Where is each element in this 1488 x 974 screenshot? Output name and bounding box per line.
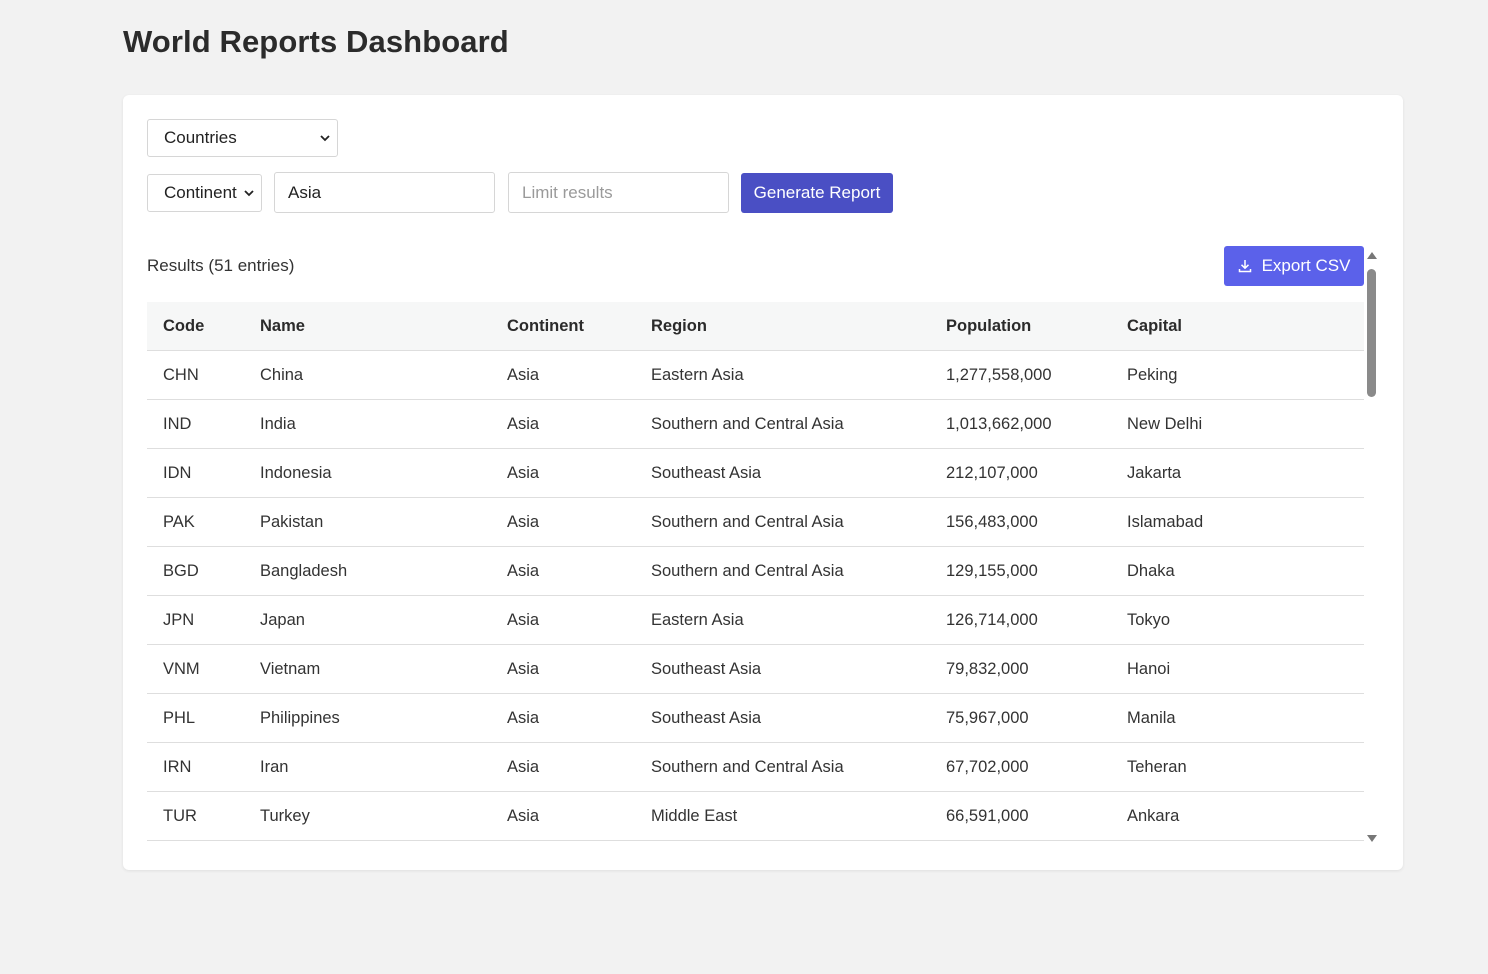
cell-population: 66,591,000 bbox=[930, 791, 1111, 841]
cell-region: Southeast Asia bbox=[635, 448, 930, 498]
table-row[interactable]: BGD Bangladesh Asia Southern and Central As… bbox=[147, 546, 1364, 596]
cell-region: Eastern Asia bbox=[635, 350, 930, 400]
report-card: Countries Continent Generate Report Resu… bbox=[123, 95, 1403, 870]
cell-continent: Asia bbox=[491, 350, 635, 400]
cell-code: PHL bbox=[147, 693, 244, 743]
cell-code: VNM bbox=[147, 644, 244, 694]
chevron-down-icon bbox=[320, 135, 330, 142]
column-header-continent[interactable]: Continent bbox=[491, 302, 635, 351]
column-header-population[interactable]: Population bbox=[930, 302, 1111, 351]
cell-capital: Ankara bbox=[1111, 791, 1364, 841]
column-header-capital[interactable]: Capital bbox=[1111, 302, 1364, 351]
table-row[interactable]: JPN Japan Asia Eastern Asia 126,714,000 Tokyo bbox=[147, 595, 1364, 645]
cell-name: Turkey bbox=[244, 791, 491, 841]
cell-continent: Asia bbox=[491, 546, 635, 596]
cell-continent: Asia bbox=[491, 448, 635, 498]
cell-capital: Manila bbox=[1111, 693, 1364, 743]
filter-value-input[interactable] bbox=[274, 172, 495, 213]
cell-population: 156,483,000 bbox=[930, 497, 1111, 547]
cell-code: IDN bbox=[147, 448, 244, 498]
cell-name: Vietnam bbox=[244, 644, 491, 694]
cell-region: Eastern Asia bbox=[635, 595, 930, 645]
limit-results-input[interactable] bbox=[508, 172, 729, 213]
cell-continent: Asia bbox=[491, 791, 635, 841]
results-table-container: Code Name Continent Region Population Ca… bbox=[147, 302, 1364, 841]
cell-capital: Peking bbox=[1111, 350, 1364, 400]
column-header-code[interactable]: Code bbox=[147, 302, 244, 351]
results-count: Results (51 entries) bbox=[147, 256, 295, 275]
table-row[interactable]: VNM Vietnam Asia Southeast Asia 79,832,000 Ha… bbox=[147, 644, 1364, 694]
cell-continent: Asia bbox=[491, 399, 635, 449]
cell-capital: Jakarta bbox=[1111, 448, 1364, 498]
cell-capital: Hanoi bbox=[1111, 644, 1364, 694]
cell-name: Japan bbox=[244, 595, 491, 645]
cell-code: BGD bbox=[147, 546, 244, 596]
table-body: CHN China Asia Eastern Asia 1,277,558,000 Pek… bbox=[147, 350, 1364, 841]
table-header-row: Code Name Continent Region Population Ca… bbox=[147, 302, 1364, 351]
cell-capital: New Delhi bbox=[1111, 399, 1364, 449]
cell-capital: Islamabad bbox=[1111, 497, 1364, 547]
cell-population: 129,155,000 bbox=[930, 546, 1111, 596]
cell-region: Southeast Asia bbox=[635, 644, 930, 694]
results-table: Code Name Continent Region Population Ca… bbox=[147, 302, 1364, 841]
cell-continent: Asia bbox=[491, 693, 635, 743]
table-row[interactable]: IRN Iran Asia Southern and Central Asia 67,7… bbox=[147, 742, 1364, 792]
cell-code: TUR bbox=[147, 791, 244, 841]
scroll-down-arrow-icon[interactable] bbox=[1367, 835, 1377, 842]
download-icon bbox=[1238, 260, 1251, 273]
export-csv-button[interactable]: Export CSV bbox=[1224, 246, 1364, 286]
column-header-name[interactable]: Name bbox=[244, 302, 491, 351]
cell-name: India bbox=[244, 399, 491, 449]
cell-continent: Asia bbox=[491, 644, 635, 694]
scroll-up-arrow-icon[interactable] bbox=[1367, 252, 1377, 259]
table-row[interactable]: TUR Turkey Asia Middle East 66,591,000 Ankara bbox=[147, 791, 1364, 841]
cell-population: 1,277,558,000 bbox=[930, 350, 1111, 400]
table-row[interactable]: PAK Pakistan Asia Southern and Central Asia… bbox=[147, 497, 1364, 547]
cell-code: IRN bbox=[147, 742, 244, 792]
cell-code: PAK bbox=[147, 497, 244, 547]
column-header-region[interactable]: Region bbox=[635, 302, 930, 351]
cell-continent: Asia bbox=[491, 595, 635, 645]
table-row[interactable]: CHN China Asia Eastern Asia 1,277,558,000 Pek… bbox=[147, 350, 1364, 400]
filter-field-select[interactable]: Continent bbox=[147, 174, 262, 212]
cell-name: China bbox=[244, 350, 491, 400]
cell-population: 1,013,662,000 bbox=[930, 399, 1111, 449]
cell-region: Southeast Asia bbox=[635, 693, 930, 743]
cell-code: CHN bbox=[147, 350, 244, 400]
cell-continent: Asia bbox=[491, 497, 635, 547]
scrollbar-thumb[interactable] bbox=[1367, 269, 1376, 397]
cell-region: Middle East bbox=[635, 791, 930, 841]
cell-region: Southern and Central Asia bbox=[635, 742, 930, 792]
cell-population: 212,107,000 bbox=[930, 448, 1111, 498]
cell-region: Southern and Central Asia bbox=[635, 546, 930, 596]
table-scrollbar[interactable] bbox=[1366, 252, 1378, 842]
report-type-select-value: Countries bbox=[164, 128, 237, 147]
cell-population: 126,714,000 bbox=[930, 595, 1111, 645]
cell-capital: Tokyo bbox=[1111, 595, 1364, 645]
table-row[interactable]: PHL Philippines Asia Southeast Asia 75,967,0… bbox=[147, 693, 1364, 743]
export-csv-label: Export CSV bbox=[1261, 256, 1351, 275]
cell-population: 67,702,000 bbox=[930, 742, 1111, 792]
filter-field-select-value: Continent bbox=[164, 183, 237, 202]
cell-capital: Teheran bbox=[1111, 742, 1364, 792]
cell-capital: Dhaka bbox=[1111, 546, 1364, 596]
generate-report-button[interactable]: Generate Report bbox=[741, 173, 893, 213]
report-type-select[interactable]: Countries bbox=[147, 119, 338, 157]
table-row[interactable]: IND India Asia Southern and Central Asia 1,0… bbox=[147, 399, 1364, 449]
page-title: World Reports Dashboard bbox=[123, 24, 509, 59]
cell-region: Southern and Central Asia bbox=[635, 399, 930, 449]
cell-population: 75,967,000 bbox=[930, 693, 1111, 743]
cell-region: Southern and Central Asia bbox=[635, 497, 930, 547]
cell-code: IND bbox=[147, 399, 244, 449]
chevron-down-icon bbox=[244, 190, 254, 197]
cell-name: Philippines bbox=[244, 693, 491, 743]
cell-population: 79,832,000 bbox=[930, 644, 1111, 694]
cell-name: Pakistan bbox=[244, 497, 491, 547]
cell-name: Iran bbox=[244, 742, 491, 792]
table-row[interactable]: IDN Indonesia Asia Southeast Asia 212,107,00… bbox=[147, 448, 1364, 498]
cell-code: JPN bbox=[147, 595, 244, 645]
cell-name: Indonesia bbox=[244, 448, 491, 498]
cell-name: Bangladesh bbox=[244, 546, 491, 596]
cell-continent: Asia bbox=[491, 742, 635, 792]
